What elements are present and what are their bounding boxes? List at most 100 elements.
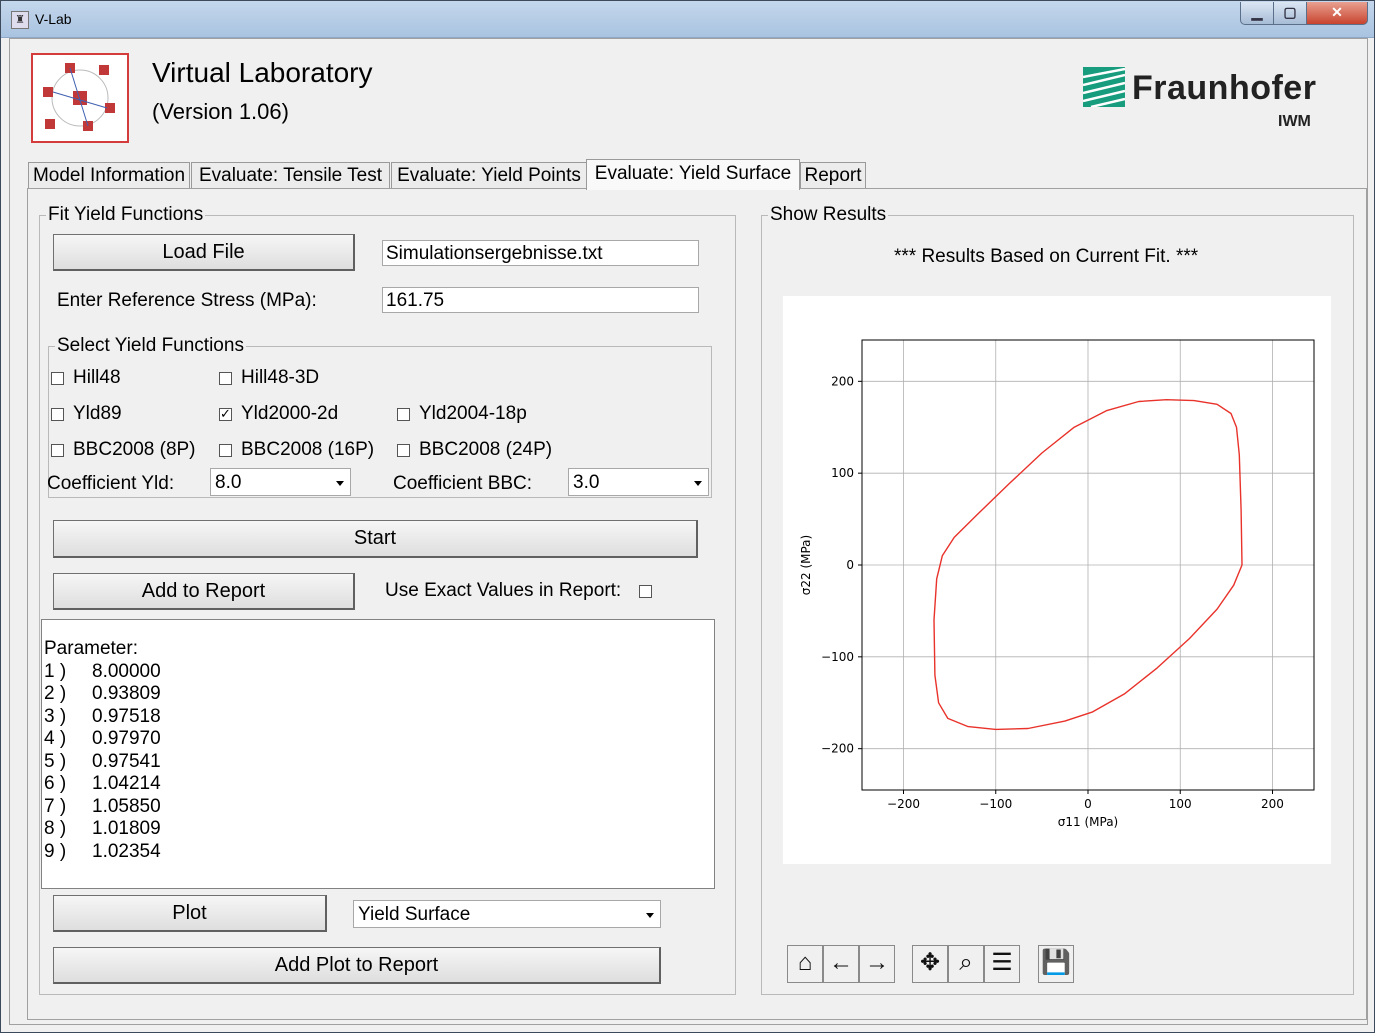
parameter-list: 1 ) 8.00000 2 ) 0.93809 3 ) 0.97518 4 ) 0.97970… — [44, 661, 161, 864]
tab-model-information[interactable]: Model Information — [28, 162, 190, 189]
plot-canvas[interactable]: −200 −100 0 100 200 −200 −100 0 100 200 σ11 (MPa) σ… — [783, 296, 1331, 864]
file-path-input[interactable]: Simulationsergebnisse.txt — [382, 240, 699, 266]
add-plot-to-report-button[interactable]: Add Plot to Report — [53, 947, 661, 984]
chevron-down-icon — [646, 913, 654, 918]
bbc2008-16p-checkbox[interactable] — [219, 444, 232, 457]
parameter-value: 1.04214 — [92, 773, 161, 794]
parameter-output: Parameter: 1 ) 8.00000 2 ) 0.93809 3 ) 0.9751… — [44, 638, 161, 863]
fraunhofer-logo-mark — [1082, 67, 1126, 112]
exact-values-label: Use Exact Values in Report: — [385, 580, 622, 601]
pan-icon[interactable]: ✥ — [912, 945, 948, 983]
bbc2008-24p-checkbox[interactable] — [397, 444, 410, 457]
parameter-index: 5 ) — [44, 750, 67, 772]
parameter-row: 6 ) 1.04214 — [44, 773, 161, 796]
parameter-index: 2 ) — [44, 683, 67, 704]
parameter-row: 2 ) 0.93809 — [44, 683, 161, 706]
main-window: Virtual Laboratory (Version 1.06) Fraunh… — [9, 38, 1368, 1025]
parameter-index: 8 ) — [44, 818, 67, 839]
title-bar[interactable]: ♜ V-Lab ▁ ▢ ✕ — [1, 1, 1374, 38]
y-axis-label: σ22 (MPa) — [799, 535, 813, 595]
plot-type-dropdown[interactable]: Yield Surface — [353, 900, 661, 928]
x-axis-label: σ11 (MPa) — [1058, 815, 1118, 829]
y-tick-label: −200 — [821, 742, 854, 756]
x-tick-label: −100 — [979, 797, 1012, 811]
load-file-button[interactable]: Load File — [53, 234, 355, 271]
coefficient-bbc-dropdown[interactable]: 3.0 — [568, 468, 709, 496]
x-tick-label: 0 — [1084, 797, 1092, 811]
plot-button[interactable]: Plot — [53, 895, 327, 932]
parameter-row: 9 ) 1.02354 — [44, 841, 161, 864]
reference-stress-label: Enter Reference Stress (MPa): — [57, 290, 317, 311]
app-version: (Version 1.06) — [152, 99, 289, 124]
bbc2008-8p-label: BBC2008 (8P) — [73, 439, 196, 460]
chevron-down-icon — [336, 481, 344, 486]
y-tick-label: 0 — [846, 558, 854, 572]
parameter-value: 8.00000 — [92, 660, 161, 682]
hill48-3d-label: Hill48-3D — [241, 367, 320, 388]
minimize-button[interactable]: ▁ — [1240, 2, 1274, 25]
y-tick-label: −100 — [821, 650, 854, 664]
home-icon[interactable]: ⌂ — [787, 945, 823, 983]
window-title: V-Lab — [35, 11, 72, 27]
app-icon: ♜ — [11, 11, 29, 29]
parameter-row: 7 ) 1.05850 — [44, 796, 161, 819]
parameter-value: 1.02354 — [92, 840, 161, 862]
tab-evaluate-yield-surface[interactable]: Evaluate: Yield Surface — [586, 159, 800, 190]
plot-type-value: Yield Surface — [358, 904, 471, 925]
tab-report[interactable]: Report — [800, 162, 866, 189]
hill48-3d-checkbox[interactable] — [219, 372, 232, 385]
bbc2008-24p-label: BBC2008 (24P) — [419, 439, 553, 460]
exact-values-checkbox[interactable] — [639, 585, 652, 598]
yield-surface-chart: −200 −100 0 100 200 −200 −100 0 100 200 σ11 (MPa) σ… — [799, 339, 1315, 829]
yld2000-2d-checkbox[interactable]: ✓ — [219, 407, 232, 421]
coefficient-bbc-label: Coefficient BBC: — [393, 473, 533, 494]
coefficient-yld-value: 8.0 — [215, 472, 242, 493]
tab-evaluate-tensile-test[interactable]: Evaluate: Tensile Test — [191, 162, 390, 189]
chevron-down-icon — [694, 481, 702, 486]
coefficient-yld-label: Coefficient Yld: — [47, 473, 175, 494]
hill48-checkbox[interactable] — [51, 372, 64, 385]
parameter-value: 0.97518 — [92, 705, 161, 727]
yld2004-18p-label: Yld2004-18p — [419, 403, 527, 424]
parameter-row: 4 ) 0.97970 — [44, 728, 161, 751]
hill48-label: Hill48 — [73, 367, 121, 388]
reference-stress-input[interactable]: 161.75 — [382, 287, 699, 313]
parameter-index: 6 ) — [44, 773, 67, 794]
back-icon[interactable]: ← — [823, 945, 859, 983]
yld89-checkbox[interactable] — [51, 408, 64, 421]
x-tick-label: −200 — [887, 797, 920, 811]
yld89-label: Yld89 — [73, 403, 122, 424]
start-button[interactable]: Start — [53, 520, 698, 558]
save-icon[interactable]: 💾 — [1038, 945, 1074, 983]
parameter-row: 8 ) 1.01809 — [44, 818, 161, 841]
brand-name: Fraunhofer — [1132, 69, 1317, 107]
parameter-index: 9 ) — [44, 840, 67, 862]
close-button[interactable]: ✕ — [1306, 2, 1368, 25]
yld2004-18p-checkbox[interactable] — [397, 408, 410, 421]
tab-evaluate-yield-points[interactable]: Evaluate: Yield Points — [391, 162, 587, 189]
bbc2008-16p-label: BBC2008 (16P) — [241, 439, 375, 460]
parameter-heading: Parameter: — [44, 638, 138, 659]
y-tick-label: 100 — [831, 466, 854, 480]
x-tick-label: 200 — [1261, 797, 1284, 811]
y-tick-label: 200 — [831, 374, 854, 388]
forward-icon[interactable]: → — [859, 945, 895, 983]
parameter-output-textbox[interactable]: Parameter: 1 ) 8.00000 2 ) 0.93809 3 ) 0.9751… — [41, 619, 715, 889]
results-group-title: Show Results — [768, 204, 889, 226]
parameter-index: 4 ) — [44, 728, 67, 749]
parameter-value: 0.97541 — [92, 750, 161, 772]
maximize-button[interactable]: ▢ — [1273, 2, 1307, 25]
parameter-value: 1.01809 — [92, 818, 161, 839]
configure-icon[interactable]: ☰ — [984, 945, 1020, 983]
coefficient-yld-dropdown[interactable]: 8.0 — [210, 468, 351, 496]
results-caption: *** Results Based on Current Fit. *** — [894, 246, 1199, 267]
brand-sub: IWM — [1278, 113, 1311, 130]
add-to-report-button[interactable]: Add to Report — [53, 573, 355, 610]
x-tick-label: 100 — [1169, 797, 1192, 811]
tab-panel: Fit Yield Functions Load File Simulation… — [27, 188, 1367, 1020]
zoom-icon[interactable]: ⌕ — [948, 945, 984, 983]
parameter-row: 3 ) 0.97518 — [44, 706, 161, 729]
vlab-logo — [31, 53, 129, 143]
bbc2008-8p-checkbox[interactable] — [51, 444, 64, 457]
parameter-row: 1 ) 8.00000 — [44, 661, 161, 684]
